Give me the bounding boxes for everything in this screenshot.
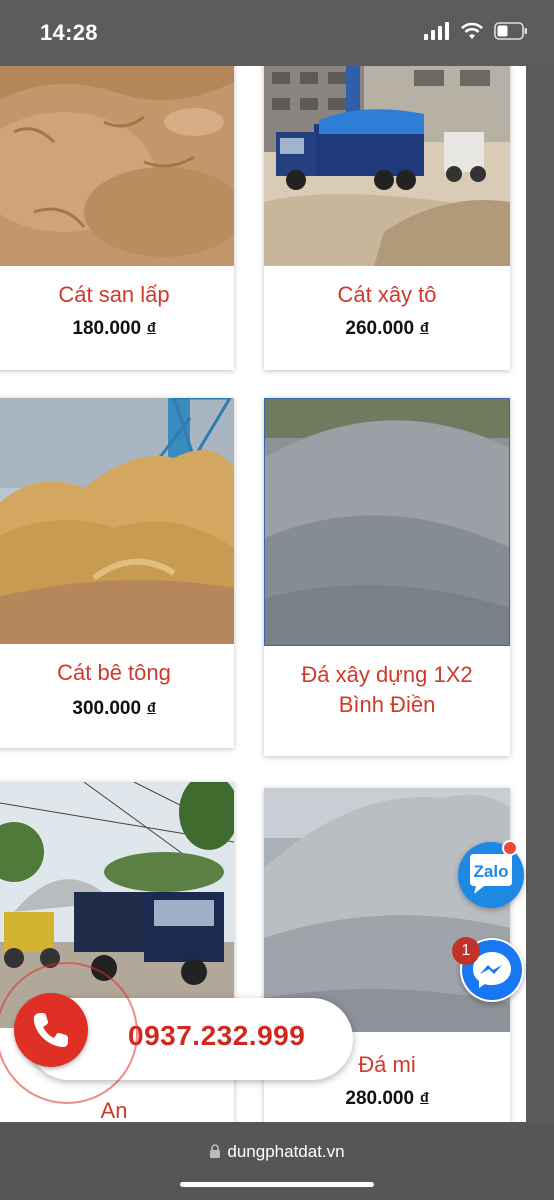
price-value: 300.000 [72,698,142,719]
construction-sand-image [0,398,234,644]
product-price: 180.000 đ [0,318,234,340]
product-name-line1[interactable]: Đá xây dựng 1X2 [264,660,510,690]
messenger-unread-badge: 1 [452,937,480,965]
product-card-da-1x2-binh-dien[interactable]: Đá xây dựng 1X2 Bình Điền [264,398,510,756]
zalo-label: Zalo [473,862,509,881]
url-display[interactable]: dungphatdat.vn [0,1142,554,1162]
product-price: 280.000 đ [264,1088,510,1110]
url-text: dungphatdat.vn [227,1142,345,1161]
product-price: 300.000 đ [0,698,234,720]
gravel-pile-image [264,398,510,646]
dump-truck-construction-image [264,66,510,266]
price-value: 260.000 [345,318,415,339]
product-price: 260.000 đ [264,318,510,340]
wifi-icon [461,22,483,39]
hotline-number[interactable]: 0937.232.999 [128,1020,305,1052]
product-name[interactable]: Cát xây tô [264,280,510,310]
currency-symbol: đ [147,319,156,335]
currency-symbol: đ [420,1089,429,1105]
price-value: 180.000 [72,318,142,339]
product-card-cat-san-lap[interactable]: Cát san lấp 180.000 đ [0,66,234,370]
status-time: 14:28 [40,20,98,45]
product-name-partial[interactable]: An [0,1096,234,1122]
product-card-cat-be-tong[interactable]: Cát bê tông 300.000 đ [0,398,234,748]
battery-icon [494,22,527,40]
phone-icon [33,1013,68,1047]
status-bar: 14:28 [0,0,554,66]
zalo-notification-dot [502,840,518,856]
lock-icon [210,1144,221,1158]
currency-symbol: đ [420,319,429,335]
home-indicator[interactable] [180,1182,374,1187]
cellular-signal-icon [424,22,449,40]
sand-pile-image [0,66,234,266]
currency-symbol: đ [147,699,156,715]
call-button[interactable] [14,993,88,1067]
product-name[interactable]: Cát bê tông [0,658,234,688]
product-card-cat-xay-to[interactable]: Cát xây tô 260.000 đ [264,66,510,370]
status-icons [424,22,528,40]
price-value: 280.000 [345,1088,415,1109]
browser-address-bar[interactable]: dungphatdat.vn [0,1122,554,1200]
product-name-line2[interactable]: Bình Điền [264,690,510,720]
page-edge [526,66,554,1122]
product-name[interactable]: Cát san lấp [0,280,234,310]
